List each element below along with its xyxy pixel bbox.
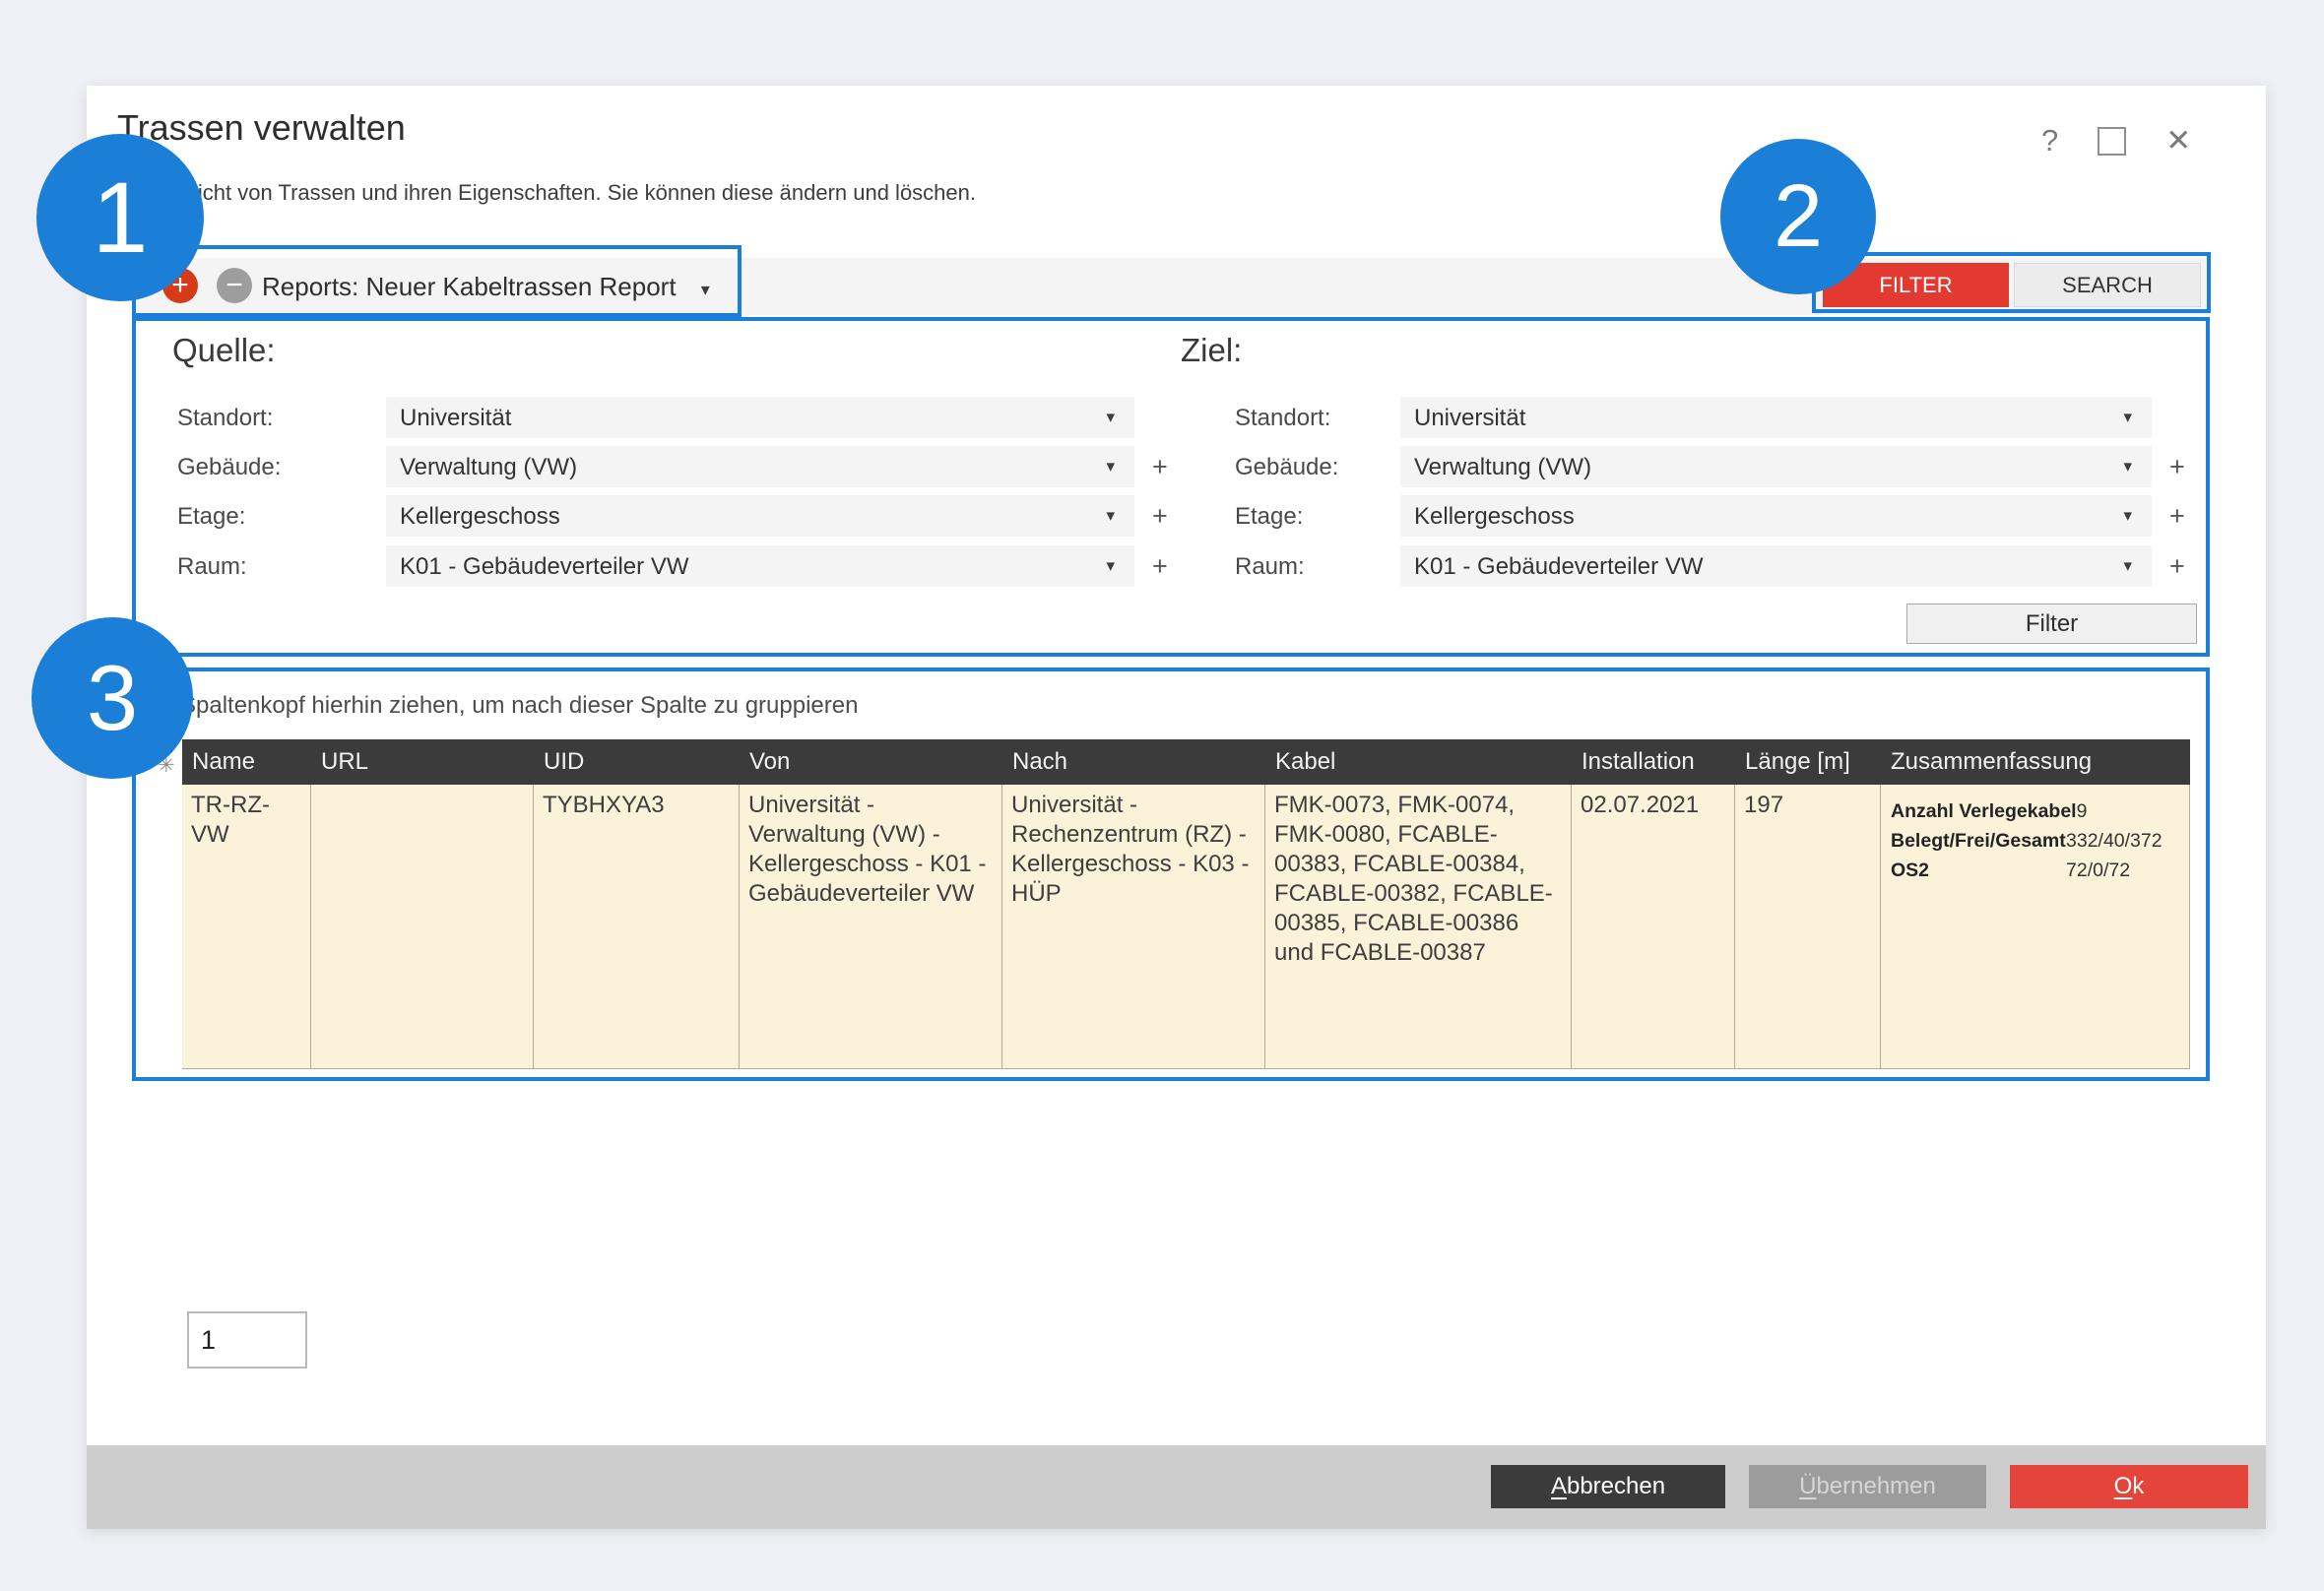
target-gebaeude-label: Gebäude: (1235, 454, 1338, 481)
report-tab[interactable]: Reports: Neuer Kabeltrassen Report ▾ (262, 258, 710, 315)
chevron-down-icon: ▾ (2123, 556, 2132, 576)
target-section-heading: Ziel: (1181, 332, 1242, 369)
remove-report-button[interactable]: − (217, 268, 252, 303)
chevron-down-icon: ▾ (1106, 506, 1115, 526)
chevron-down-icon: ▾ (2123, 506, 2132, 526)
dialog-subtitle: Ansicht von Trassen und ihren Eigenschaf… (161, 180, 976, 206)
column-header-kabel[interactable]: Kabel (1265, 739, 1572, 785)
chevron-down-icon: ▾ (2123, 408, 2132, 427)
report-tab-label: Reports: Neuer Kabeltrassen Report (262, 272, 677, 301)
summary-label: Anzahl Verlegekabel (1891, 796, 2077, 826)
source-gebaeude-select[interactable]: Verwaltung (VW) ▾ (386, 446, 1134, 487)
source-raum-select[interactable]: K01 - Gebäudeverteiler VW ▾ (386, 545, 1134, 587)
group-by-hint: Spaltenkopf hierhin ziehen, um nach dies… (180, 692, 858, 720)
table-header-row: Name URL UID Von Nach Kabel Installation… (182, 739, 2190, 785)
apply-filter-button[interactable]: Filter (1906, 604, 2197, 644)
cell-uid: TYBHXYA3 (534, 785, 740, 1068)
source-raum-add-button[interactable]: + (1152, 551, 1168, 582)
chevron-down-icon: ▾ (1106, 457, 1115, 477)
summary-value: 9 (2077, 800, 2088, 822)
source-gebaeude-label: Gebäude: (177, 454, 281, 481)
source-gebaeude-add-button[interactable]: + (1152, 452, 1168, 482)
help-icon[interactable]: ? (2041, 123, 2058, 159)
column-header-name[interactable]: Name (182, 739, 311, 785)
column-header-von[interactable]: Von (740, 739, 1002, 785)
dialog-trassen-verwalten: Trassen verwalten Ansicht von Trassen un… (87, 86, 2266, 1529)
source-etage-label: Etage: (177, 503, 245, 531)
dialog-title: Trassen verwalten (117, 107, 406, 149)
chevron-down-icon: ▾ (701, 280, 710, 299)
target-etage-label: Etage: (1235, 503, 1303, 531)
target-gebaeude-add-button[interactable]: + (2169, 452, 2185, 482)
column-header-laenge[interactable]: Länge [m] (1735, 739, 1881, 785)
target-etage-select[interactable]: Kellergeschoss ▾ (1400, 495, 2152, 537)
cell-installation: 02.07.2021 (1572, 785, 1735, 1068)
summary-label: OS2 (1891, 856, 2066, 885)
source-section-heading: Quelle: (172, 332, 276, 369)
apply-button[interactable]: Übernehmen (1749, 1465, 1986, 1508)
chevron-down-icon: ▾ (1106, 408, 1115, 427)
source-etage-add-button[interactable]: + (1152, 501, 1168, 532)
dialog-footer: Abbrechen Übernehmen Ok (87, 1445, 2266, 1529)
close-icon[interactable]: ✕ (2165, 123, 2191, 159)
target-raum-add-button[interactable]: + (2169, 551, 2185, 582)
source-etage-select[interactable]: Kellergeschoss ▾ (386, 495, 1134, 537)
chevron-down-icon: ▾ (2123, 457, 2132, 477)
cancel-button[interactable]: Abbrechen (1491, 1465, 1725, 1508)
cell-kabel: FMK-0073, FMK-0074, FMK-0080, FCABLE-003… (1265, 785, 1572, 1068)
target-etage-add-button[interactable]: + (2169, 501, 2185, 532)
column-header-nach[interactable]: Nach (1002, 739, 1265, 785)
summary-value: 72/0/72 (2066, 859, 2130, 881)
column-header-zusammenfassung[interactable]: Zusammenfassung (1881, 739, 2190, 785)
filter-mode-button[interactable]: FILTER (1823, 263, 2009, 307)
cell-laenge: 197 (1735, 785, 1881, 1068)
source-raum-label: Raum: (177, 553, 247, 581)
table-row[interactable]: TR-RZ-VW TYBHXYA3 Universität - Verwaltu… (182, 785, 2190, 1069)
cell-name: TR-RZ-VW (182, 785, 311, 1068)
row-indicator-icon: ✳ (158, 753, 175, 778)
chevron-down-icon: ▾ (1106, 556, 1115, 576)
target-gebaeude-select[interactable]: Verwaltung (VW) ▾ (1400, 446, 2152, 487)
target-raum-label: Raum: (1235, 553, 1305, 581)
cell-url (311, 785, 534, 1068)
cell-von: Universität - Verwaltung (VW) - Kellerge… (740, 785, 1002, 1068)
add-report-button[interactable]: + (162, 268, 198, 303)
column-header-uid[interactable]: UID (534, 739, 740, 785)
column-header-url[interactable]: URL (311, 739, 534, 785)
page-number-input[interactable] (187, 1311, 307, 1368)
page-background: Trassen verwalten Ansicht von Trassen un… (0, 0, 2324, 1591)
window-controls: ? ✕ (2041, 123, 2191, 159)
source-standort-label: Standort: (177, 405, 273, 432)
search-mode-button[interactable]: SEARCH (2014, 263, 2201, 307)
summary-label: Belegt/Frei/Gesamt (1891, 826, 2066, 856)
column-header-installation[interactable]: Installation (1572, 739, 1735, 785)
target-standort-label: Standort: (1235, 405, 1330, 432)
target-raum-select[interactable]: K01 - Gebäudeverteiler VW ▾ (1400, 545, 2152, 587)
ok-button[interactable]: Ok (2010, 1465, 2248, 1508)
cell-nach: Universität - Rechenzentrum (RZ) - Kelle… (1002, 785, 1265, 1068)
summary-value: 332/40/372 (2066, 830, 2163, 852)
maximize-icon[interactable] (2098, 127, 2126, 156)
cell-zusammenfassung: Anzahl Verlegekabel9 Belegt/Frei/Gesamt3… (1881, 785, 2190, 1068)
target-standort-select[interactable]: Universität ▾ (1400, 397, 2152, 438)
source-standort-select[interactable]: Universität ▾ (386, 397, 1134, 438)
